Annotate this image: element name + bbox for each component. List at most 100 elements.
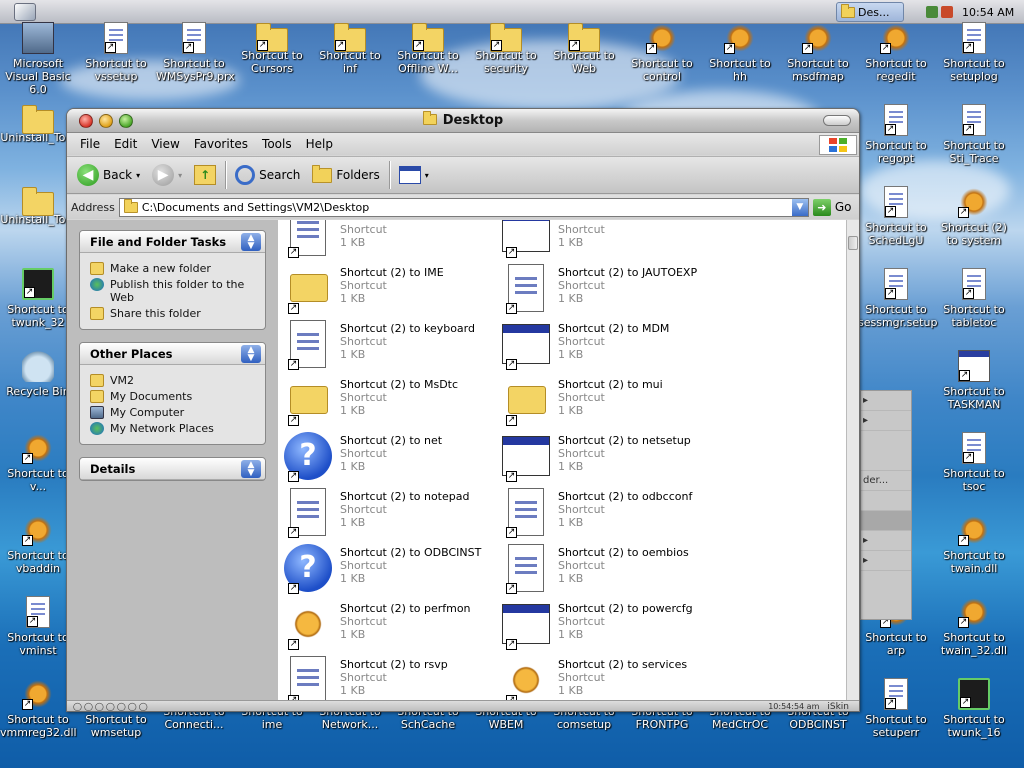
desktop-icon[interactable]: ↗ Shortcut to vssetup xyxy=(78,22,154,98)
desktop-icon[interactable]: ↗ Shortcut to twain_32.dll xyxy=(936,596,1012,672)
desktop-icon[interactable]: ↗ Shortcut to hh xyxy=(702,22,778,98)
scrollbar-thumb[interactable] xyxy=(848,236,858,250)
menu-view[interactable]: View xyxy=(144,135,186,153)
forward-button[interactable]: ▶ ▾ xyxy=(146,160,188,190)
file-size: 1 KB xyxy=(558,684,584,697)
file-item[interactable]: ↗ Shortcut (2) to JAUTOEXP Shortcut 1 KB xyxy=(502,264,718,316)
collapse-chevron-icon[interactable]: ▲ ▼ xyxy=(241,344,261,363)
desktop-icon[interactable]: ↗ Shortcut to setuplog xyxy=(936,22,1012,98)
desktop-icon[interactable]: ↗ Shortcut to SchedLgU xyxy=(858,186,934,262)
go-button[interactable]: ➜ Go xyxy=(812,198,851,216)
chevron-down-icon[interactable]: ▾ xyxy=(178,171,182,180)
desktop-icon[interactable]: ↗ Shortcut to Sti_Trace xyxy=(936,104,1012,180)
desktop-icon[interactable]: ↗ Shortcut to Cursors xyxy=(234,22,310,98)
menu-item-label[interactable]: der... xyxy=(861,471,911,491)
collapse-chevron-icon[interactable]: ▲ ▼ xyxy=(241,459,261,478)
tray-network-icon[interactable] xyxy=(926,6,938,18)
file-item[interactable]: ↗ Shortcut (2) to oembios Shortcut 1 KB xyxy=(502,544,718,596)
file-item[interactable]: ↗ Shortcut (2) to mui Shortcut 1 KB xyxy=(502,376,718,428)
address-input[interactable]: C:\Documents and Settings\VM2\Desktop ▼ xyxy=(118,197,809,217)
desktop-icon[interactable]: ↗ Shortcut to regopt xyxy=(858,104,934,180)
file-item[interactable]: ↗ Shortcut (2) to MsDtc Shortcut 1 KB xyxy=(284,376,500,428)
file-item[interactable]: ? ↗ Shortcut (2) to net Shortcut 1 KB xyxy=(284,432,500,484)
desktop-icon[interactable]: ↗ Shortcut to inf xyxy=(312,22,388,98)
file-item[interactable]: ↗ Shortcut (2) to rsvp Shortcut 1 KB xyxy=(284,656,500,700)
collapse-chevron-icon[interactable]: ▲ ▼ xyxy=(241,232,261,251)
desktop-icon[interactable]: ↗ Shortcut to Web xyxy=(546,22,622,98)
toolbar-toggle-button[interactable] xyxy=(823,115,851,126)
desktop-icon[interactable]: ↗ Shortcut to WMSysPr9.prx xyxy=(156,22,235,98)
menu-favorites[interactable]: Favorites xyxy=(187,135,255,153)
menu-file[interactable]: File xyxy=(73,135,107,153)
menu-tools[interactable]: Tools xyxy=(255,135,299,153)
views-button[interactable]: ▾ xyxy=(393,160,435,190)
desktop-icon[interactable]: Uninstall_To... xyxy=(0,104,76,180)
panel-header[interactable]: File and Folder Tasks ▲ ▼ xyxy=(80,231,265,253)
desktop-icon[interactable]: ↗ Shortcut to twunk_16 xyxy=(936,678,1012,754)
desktop-icon[interactable]: ↗ Shortcut to tsoc xyxy=(936,432,1012,508)
desktop-icon[interactable]: ↗ Shortcut to control xyxy=(624,22,700,98)
my-network-places-link[interactable]: My Network Places xyxy=(90,422,257,435)
desktop-icon[interactable]: ↗ Shortcut to TASKMAN xyxy=(936,350,1012,426)
share-folder-link[interactable]: Share this folder xyxy=(90,307,257,320)
panel-header[interactable]: Other Places ▲ ▼ xyxy=(80,343,265,365)
file-item[interactable]: ↗ Shortcut (2) to keyboard Shortcut 1 KB xyxy=(284,320,500,372)
desktop-icon[interactable]: Uninstall_To... xyxy=(0,186,76,262)
menu-help[interactable]: Help xyxy=(299,135,340,153)
desktop-icon[interactable]: ↗ Shortcut to v... xyxy=(0,432,76,508)
desktop-icon[interactable]: Microsoft Visual Basic 6.0 xyxy=(0,22,76,98)
menu-row[interactable]: ▸ xyxy=(861,411,911,431)
desktop-icon[interactable]: ↗ Shortcut to tabletoc xyxy=(936,268,1012,344)
menu-row[interactable]: ▸ xyxy=(861,531,911,551)
desktop-icon[interactable]: ↗ Shortcut to vmmreg32.dll xyxy=(0,678,77,754)
file-item[interactable]: ↗ Shortcut (2) to notepad Shortcut 1 KB xyxy=(284,488,500,540)
menu-row-selected[interactable] xyxy=(861,511,911,531)
desktop-icon[interactable]: ↗ Shortcut to twain.dll xyxy=(936,514,1012,590)
folders-button[interactable]: Folders xyxy=(306,160,385,190)
back-button[interactable]: ◀ Back ▾ xyxy=(71,160,146,190)
tray-volume-icon[interactable] xyxy=(941,6,953,18)
start-button[interactable] xyxy=(14,3,36,21)
file-item[interactable]: ↗ Shortcut 1 KB xyxy=(284,220,500,260)
address-dropdown-button[interactable]: ▼ xyxy=(791,198,808,216)
file-item[interactable]: ? ↗ Shortcut (2) to ODBCINST Shortcut 1 KB xyxy=(284,544,500,596)
desktop-icon[interactable]: ↗ Shortcut to regedit xyxy=(858,22,934,98)
menu-edit[interactable]: Edit xyxy=(107,135,144,153)
desktop-icon[interactable]: Recycle Bin xyxy=(0,350,76,426)
desktop-icon[interactable]: ↗ Shortcut to setuperr xyxy=(858,678,934,754)
file-item[interactable]: ↗ Shortcut (2) to perfmon Shortcut 1 KB xyxy=(284,600,500,652)
desktop-icon[interactable]: ↗ Shortcut to security xyxy=(468,22,544,98)
desktop-icon[interactable]: ↗ Shortcut to twunk_32 xyxy=(0,268,76,344)
my-computer-link[interactable]: My Computer xyxy=(90,406,257,419)
file-item[interactable]: ↗ Shortcut 1 KB xyxy=(502,220,718,260)
up-folder-button[interactable]: ↑ xyxy=(188,160,222,190)
menu-row[interactable]: ▸ xyxy=(861,551,911,571)
menu-row[interactable]: ▸ xyxy=(861,391,911,411)
desktop-icon[interactable]: ↗ Shortcut to vbaddin xyxy=(0,514,76,590)
taskbar-task-desktop[interactable]: Des... xyxy=(836,2,904,22)
file-item[interactable]: ↗ Shortcut (2) to MDM Shortcut 1 KB xyxy=(502,320,718,372)
search-button[interactable]: Search xyxy=(229,160,306,190)
my-documents-link[interactable]: My Documents xyxy=(90,390,257,403)
desktop-icon[interactable]: ↗ Shortcut to msdfmap xyxy=(780,22,856,98)
chevron-down-icon[interactable]: ▾ xyxy=(136,171,140,180)
vertical-scrollbar[interactable] xyxy=(846,220,859,700)
desktop-icon[interactable]: ↗ Shortcut to Offline W... xyxy=(390,22,466,98)
publish-folder-link[interactable]: Publish this folder to the Web xyxy=(90,278,257,304)
file-item[interactable]: ↗ Shortcut (2) to odbcconf Shortcut 1 KB xyxy=(502,488,718,540)
place-vm2-link[interactable]: VM2 xyxy=(90,374,257,387)
file-item[interactable]: ↗ Shortcut (2) to services Shortcut 1 KB xyxy=(502,656,718,700)
desktop-icon[interactable]: ↗ Shortcut to vminst xyxy=(0,596,76,672)
file-item[interactable]: ↗ Shortcut (2) to IME Shortcut 1 KB xyxy=(284,264,500,316)
file-item[interactable]: ↗ Shortcut (2) to powercfg Shortcut 1 KB xyxy=(502,600,718,652)
menu-row[interactable] xyxy=(861,491,911,511)
desktop-icon[interactable]: ↗ Shortcut to sessmgr.setup xyxy=(858,268,937,344)
file-item[interactable]: ↗ Shortcut (2) to netsetup Shortcut 1 KB xyxy=(502,432,718,484)
title-bar[interactable]: Desktop xyxy=(67,109,859,133)
clock[interactable]: 10:54 AM xyxy=(962,6,1014,19)
make-new-folder-link[interactable]: Make a new folder xyxy=(90,262,257,275)
menu-row[interactable] xyxy=(861,431,911,471)
folder-icon xyxy=(123,198,138,213)
panel-header[interactable]: Details ▲ ▼ xyxy=(80,458,265,480)
desktop-icon[interactable]: ↗ Shortcut (2) to system xyxy=(936,186,1012,262)
